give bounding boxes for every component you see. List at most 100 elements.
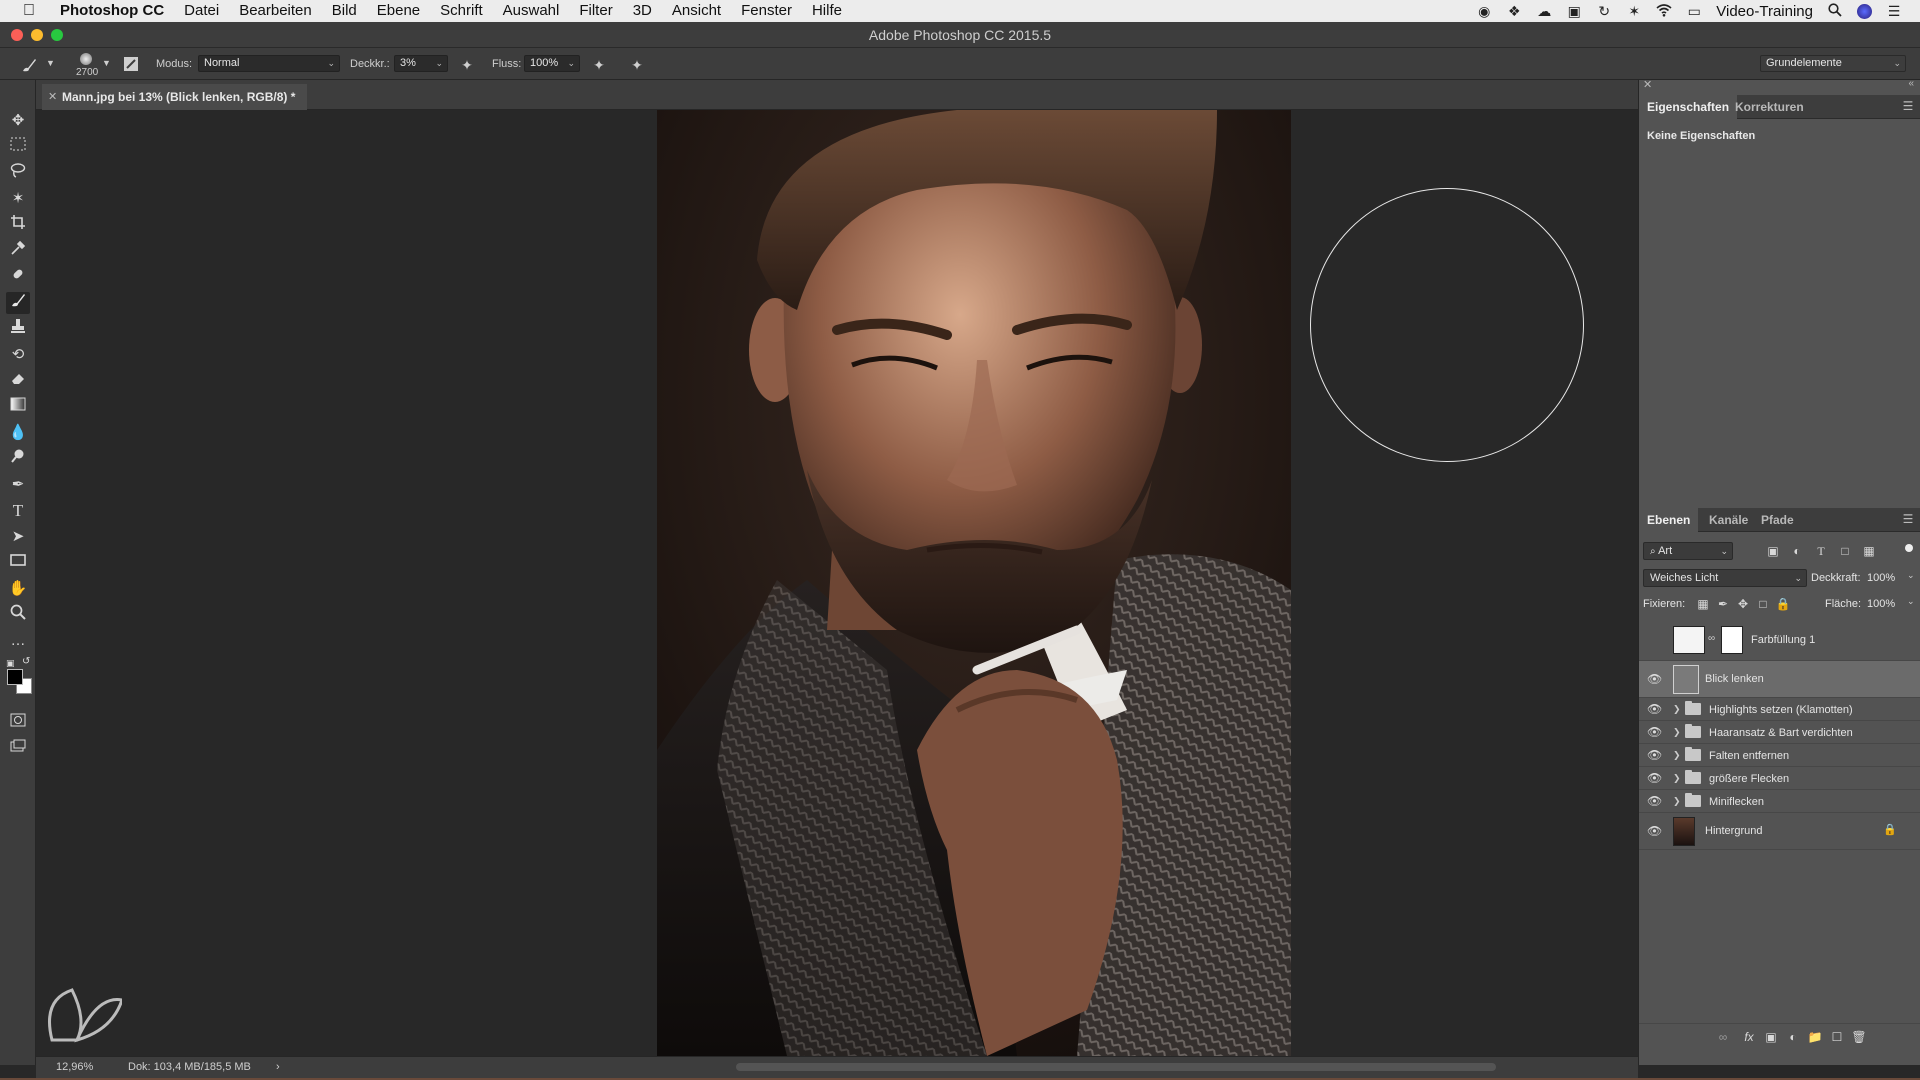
expand-group-icon[interactable]: ❯ <box>1673 725 1681 739</box>
foreground-color-swatch[interactable] <box>7 669 23 685</box>
opacity-dropdown[interactable]: 3% ⌄ <box>394 55 448 72</box>
clone-stamp-tool-icon[interactable] <box>6 318 30 340</box>
tab-korrekturen[interactable]: Korrekturen <box>1727 95 1812 119</box>
fill-value[interactable]: 100% <box>1867 598 1895 610</box>
filter-adjustment-icon[interactable]: ◐ <box>1789 543 1805 559</box>
layer-hintergrund[interactable]: 👁 Hintergrund 🔒 <box>1639 813 1920 850</box>
zoom-level[interactable]: 12,96% <box>56 1061 93 1073</box>
layer-group-miniflecken[interactable]: 👁 ❯ Miniflecken <box>1639 790 1920 813</box>
lock-all-icon[interactable]: 🔒 <box>1775 596 1791 612</box>
quick-mask-icon[interactable] <box>6 712 30 734</box>
user-label[interactable]: Video-Training <box>1716 3 1813 20</box>
type-tool-icon[interactable]: T <box>6 500 30 522</box>
expand-group-icon[interactable]: ❯ <box>1673 771 1681 785</box>
gradient-tool-icon[interactable] <box>6 396 30 418</box>
horizontal-scrollbar[interactable] <box>736 1063 1496 1071</box>
airplay-icon[interactable]: ▭ <box>1686 3 1702 19</box>
zoom-tool-icon[interactable] <box>6 604 30 626</box>
dropbox-icon[interactable]: ❖ <box>1506 3 1522 19</box>
blur-tool-icon[interactable]: 💧 <box>6 422 30 444</box>
menu-app-name[interactable]: Photoshop CC <box>54 0 174 22</box>
eyedropper-tool-icon[interactable] <box>6 240 30 262</box>
layer-group-highlights[interactable]: 👁 ❯ Highlights setzen (Klamotten) <box>1639 698 1920 721</box>
brush-tool-icon[interactable] <box>6 292 30 314</box>
bluetooth-icon[interactable]: ✶ <box>1626 3 1642 19</box>
filter-toggle-switch[interactable] <box>1905 544 1913 552</box>
visibility-toggle-empty[interactable] <box>1647 634 1661 648</box>
document-canvas[interactable] <box>36 110 1638 1056</box>
new-group-icon[interactable]: 📁 <box>1807 1029 1823 1045</box>
menu-auswahl[interactable]: Auswahl <box>493 0 570 22</box>
opacity-chevron-icon[interactable]: ⌄ <box>1907 570 1915 581</box>
eye-icon[interactable]: 👁 <box>1647 725 1662 739</box>
menu-ebene[interactable]: Ebene <box>367 0 430 22</box>
brush-preview-dot[interactable] <box>80 53 92 65</box>
tab-ebenen[interactable]: Ebenen <box>1639 508 1699 532</box>
siri-icon[interactable] <box>1857 3 1872 19</box>
add-mask-icon[interactable]: ▣ <box>1763 1029 1779 1045</box>
panel-menu-icon[interactable]: ☰ <box>1901 512 1915 526</box>
default-colors-icon[interactable]: ▣ <box>6 658 16 668</box>
notification-icon[interactable]: ▣ <box>1566 3 1582 19</box>
history-brush-tool-icon[interactable]: ⟲ <box>6 344 30 366</box>
wifi-icon[interactable] <box>1656 3 1672 19</box>
workspace-dropdown[interactable]: Grundelemente ⌄ <box>1760 55 1906 72</box>
notification-center-icon[interactable]: ☰ <box>1886 3 1902 19</box>
rectangle-tool-icon[interactable] <box>6 552 30 574</box>
flow-dropdown[interactable]: 100% ⌄ <box>524 55 580 72</box>
brush-size-value[interactable]: 2700 <box>76 66 98 80</box>
more-tools-icon[interactable]: … <box>6 630 30 652</box>
blend-mode-dropdown[interactable]: Weiches Licht ⌄ <box>1643 569 1807 587</box>
layer-style-fx-icon[interactable]: fx <box>1741 1029 1757 1045</box>
menu-schrift[interactable]: Schrift <box>430 0 493 22</box>
lock-position-icon[interactable]: ✥ <box>1735 596 1751 612</box>
layer-filter-dropdown[interactable]: ⌕ Art ⌄ <box>1643 542 1733 560</box>
eye-icon[interactable]: 👁 <box>1647 794 1662 808</box>
marquee-tool-icon[interactable] <box>6 136 30 158</box>
status-menu-arrow-icon[interactable]: › <box>276 1061 280 1073</box>
menu-ansicht[interactable]: Ansicht <box>662 0 731 22</box>
move-tool-icon[interactable]: ✥ <box>6 110 30 132</box>
collapse-panels-icon[interactable]: ✕ <box>1643 78 1652 91</box>
document-size[interactable]: Dok: 103,4 MB/185,5 MB <box>128 1061 251 1073</box>
layer-opacity-value[interactable]: 100% <box>1867 572 1895 584</box>
apple-icon[interactable]:  <box>20 2 38 20</box>
lock-pixels-icon[interactable]: ✒ <box>1715 596 1731 612</box>
new-layer-icon[interactable]: ☐ <box>1829 1029 1845 1045</box>
lock-icon[interactable]: 🔒 <box>1883 823 1897 836</box>
eye-icon[interactable]: 👁 <box>1647 672 1662 686</box>
menu-fenster[interactable]: Fenster <box>731 0 802 22</box>
fill-chevron-icon[interactable]: ⌄ <box>1907 596 1915 607</box>
filter-smart-object-icon[interactable]: ▦ <box>1861 543 1877 559</box>
menu-bearbeiten[interactable]: Bearbeiten <box>229 0 322 22</box>
brush-picker-chevron-icon[interactable]: ▼ <box>102 56 111 70</box>
menu-bild[interactable]: Bild <box>322 0 367 22</box>
menu-datei[interactable]: Datei <box>174 0 229 22</box>
layer-blick-lenken[interactable]: 👁 Blick lenken <box>1639 661 1920 698</box>
eye-icon[interactable]: 👁 <box>1647 702 1662 716</box>
pressure-opacity-icon[interactable]: ✦ <box>458 56 476 74</box>
brush-panel-toggle-icon[interactable] <box>122 56 140 74</box>
mode-dropdown[interactable]: Normal ⌄ <box>198 55 340 72</box>
brush-tool-preset-icon[interactable] <box>20 56 38 74</box>
crop-tool-icon[interactable] <box>6 214 30 236</box>
expand-group-icon[interactable]: ❯ <box>1673 794 1681 808</box>
filter-type-icon[interactable]: T <box>1813 543 1829 559</box>
pen-tool-icon[interactable]: ✒ <box>6 474 30 496</box>
lock-transparency-icon[interactable]: ▦ <box>1695 596 1711 612</box>
record-icon[interactable]: ◉ <box>1476 3 1492 19</box>
tab-eigenschaften[interactable]: Eigenschaften <box>1639 95 1738 119</box>
airbrush-icon[interactable]: ✦ <box>590 56 608 74</box>
portrait-photo[interactable] <box>657 110 1291 1056</box>
layer-group-falten[interactable]: 👁 ❯ Falten entfernen <box>1639 744 1920 767</box>
swap-colors-icon[interactable]: ↺ <box>22 656 30 667</box>
layer-group-haaransatz[interactable]: 👁 ❯ Haaransatz & Bart verdichten <box>1639 721 1920 744</box>
sync-icon[interactable]: ↻ <box>1596 3 1612 19</box>
filter-pixel-icon[interactable]: ▣ <box>1765 543 1781 559</box>
lock-artboard-icon[interactable]: □ <box>1755 596 1771 612</box>
adjustment-layer-icon[interactable]: ◐ <box>1785 1029 1801 1045</box>
tab-kanaele[interactable]: Kanäle <box>1701 508 1756 532</box>
expand-panels-icon[interactable]: « <box>1908 78 1914 89</box>
menu-hilfe[interactable]: Hilfe <box>802 0 852 22</box>
dodge-tool-icon[interactable] <box>6 448 30 470</box>
